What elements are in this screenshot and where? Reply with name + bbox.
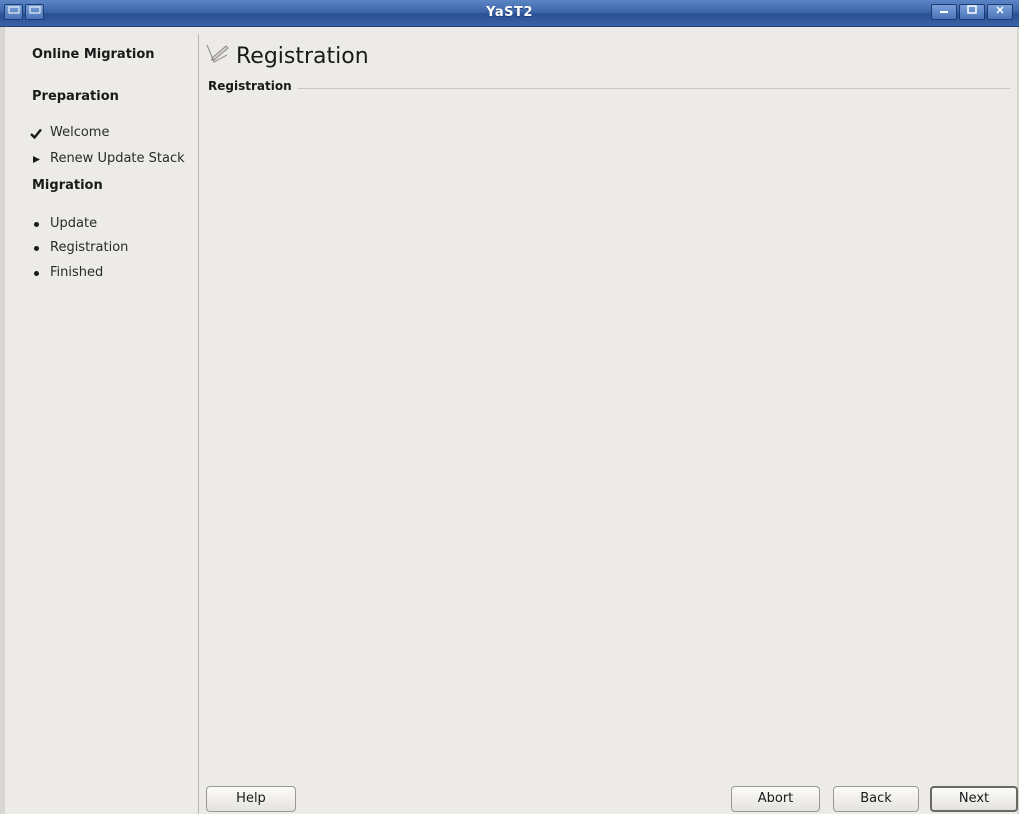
maximize-icon[interactable] [959, 4, 985, 20]
step-renew-update-stack: Renew Update Stack [30, 150, 185, 168]
section-heading-migration: Migration [32, 178, 103, 193]
page-header: Registration [204, 40, 369, 72]
window-controls [931, 4, 1013, 20]
next-button[interactable]: Next [930, 786, 1018, 812]
step-finished: Finished [30, 264, 103, 282]
step-registration: Registration [30, 239, 128, 257]
step-label: Renew Update Stack [50, 151, 185, 166]
bullet-icon [30, 245, 42, 251]
help-button[interactable]: Help [206, 786, 296, 812]
sidebar-title: Online Migration [32, 47, 155, 62]
bullet-icon [30, 270, 42, 276]
arrow-right-icon [30, 155, 42, 164]
page-title: Registration [236, 43, 369, 69]
window-left-border [0, 26, 5, 814]
close-icon[interactable] [987, 4, 1013, 20]
window-titlebar[interactable]: YaST2 [0, 0, 1019, 27]
checkmark-icon [30, 128, 42, 139]
step-label: Registration [50, 240, 129, 255]
abort-button[interactable]: Abort [731, 786, 820, 812]
step-update: Update [30, 215, 97, 233]
bullet-icon [30, 221, 42, 227]
step-welcome: Welcome [30, 124, 109, 142]
window-title: YaST2 [486, 5, 533, 20]
steps-sidebar: Online Migration Preparation Welcome Ren… [8, 34, 199, 814]
step-label: Update [50, 216, 98, 231]
step-label: Welcome [50, 125, 110, 140]
minimize-icon[interactable] [931, 4, 957, 20]
step-label: Finished [50, 265, 104, 280]
frame-divider [210, 88, 1010, 89]
registration-pen-icon [204, 42, 230, 70]
back-button[interactable]: Back [833, 786, 919, 812]
section-heading-preparation: Preparation [32, 89, 119, 104]
frame-label: Registration [208, 79, 298, 93]
